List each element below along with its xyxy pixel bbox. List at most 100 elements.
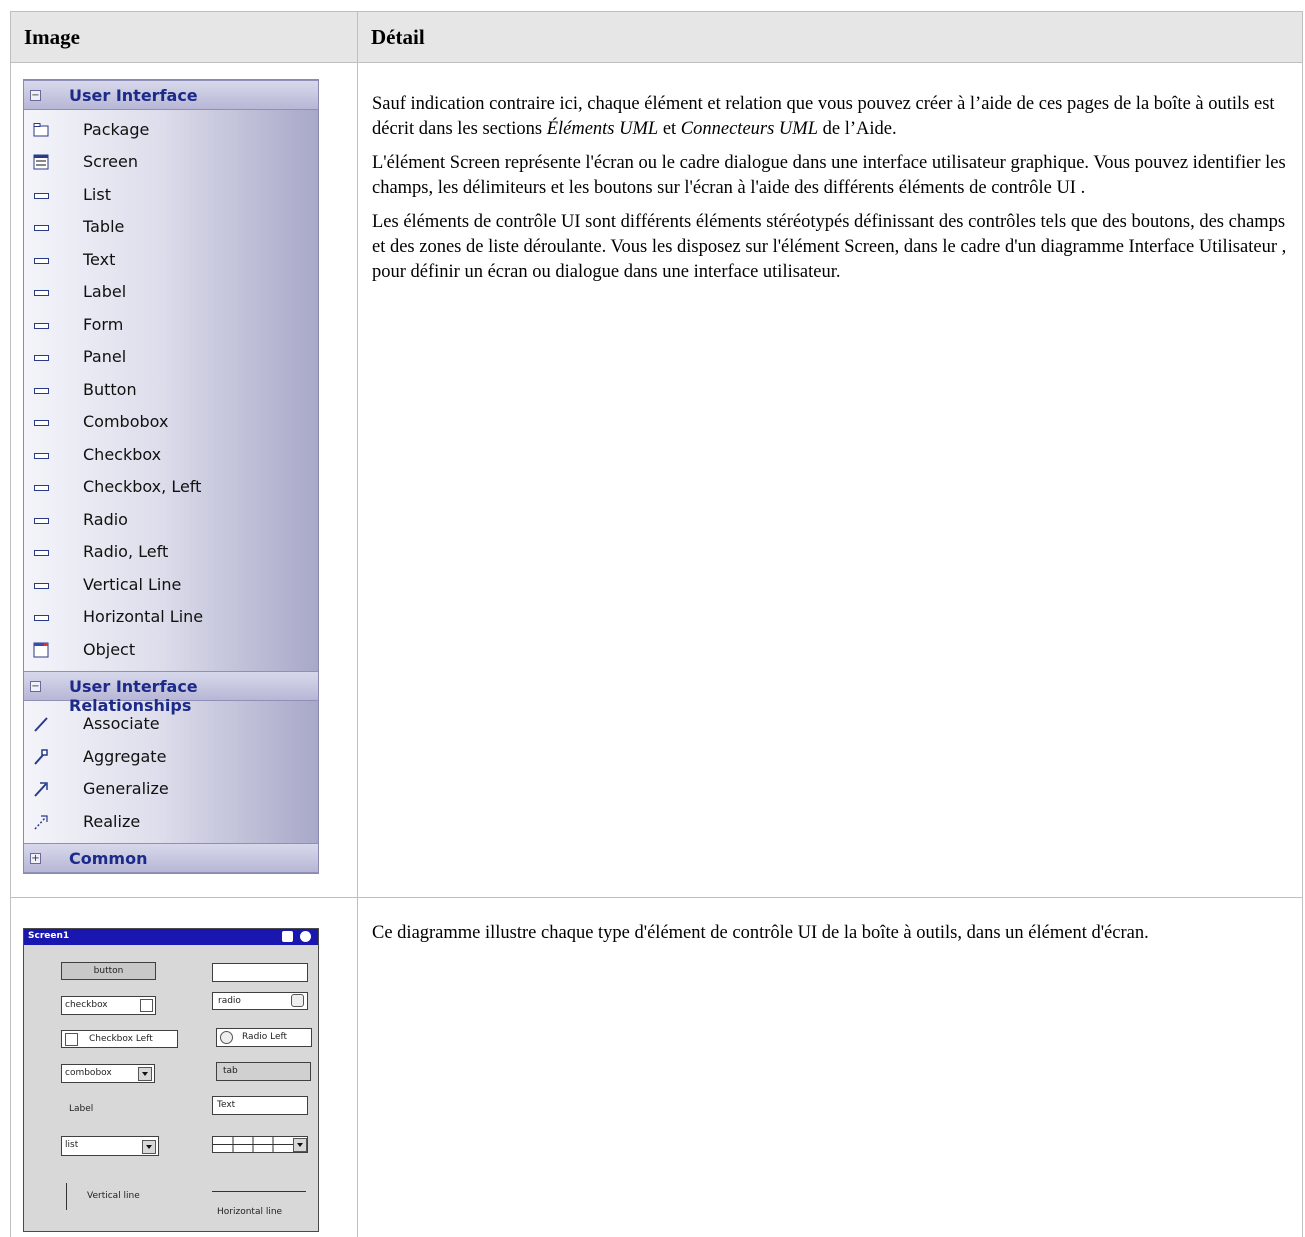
- tab-control: tab: [216, 1062, 311, 1081]
- toolbox-item-label: Generalize: [83, 779, 169, 798]
- control-icon: [33, 544, 49, 560]
- aggregate-icon: [34, 749, 48, 765]
- control-label: list: [65, 1140, 79, 1150]
- collapse-icon[interactable]: −: [30, 681, 41, 692]
- collapse-icon[interactable]: −: [30, 90, 41, 101]
- section-header-user-interface-relationships[interactable]: − User Interface Relationships: [24, 671, 318, 715]
- vertical-line-control: [66, 1183, 67, 1210]
- emphasis: Éléments UML: [546, 119, 659, 139]
- toolbox-panel: − User Interface Package Screen List Tab…: [23, 79, 319, 874]
- toolbox-item-checkbox[interactable]: Checkbox: [24, 439, 318, 471]
- toolbox-item-label: Screen: [83, 152, 139, 171]
- radio-button-icon: [220, 1031, 233, 1044]
- control-label: Horizontal line: [217, 1207, 283, 1217]
- toolbox-item-radio-left[interactable]: Radio, Left: [24, 536, 318, 568]
- checkbox-box-icon: [65, 1033, 78, 1046]
- toolbox-item-screen[interactable]: Screen: [24, 146, 318, 178]
- control-icon: [33, 349, 49, 365]
- toolbox-item-label[interactable]: Label: [24, 276, 318, 308]
- toolbox-item-combobox[interactable]: Combobox: [24, 406, 318, 438]
- toolbox-item-button[interactable]: Button: [24, 374, 318, 406]
- control-label: radio: [218, 996, 241, 1006]
- header-detail: Détail: [371, 25, 425, 49]
- toolbox-item-label: Vertical Line: [83, 575, 182, 594]
- toolbox-item-label: Label: [83, 282, 127, 301]
- associate-icon: [34, 717, 48, 732]
- screen-diagram: Screen1 button checkbox Checkbox Left co…: [23, 928, 319, 1232]
- control-label: Text: [217, 1100, 236, 1110]
- control-label: button: [93, 966, 124, 976]
- toolbox-item-label: Form: [83, 315, 124, 334]
- combobox-control: combobox: [61, 1064, 155, 1083]
- control-icon: [33, 512, 49, 528]
- checkbox-box-icon: [140, 999, 153, 1012]
- toolbox-item-generalize[interactable]: Generalize: [24, 773, 318, 805]
- toolbox-item-label: Button: [83, 380, 137, 399]
- checkbox-control: checkbox: [61, 996, 156, 1015]
- toolbox-item-object[interactable]: Object: [24, 634, 318, 666]
- control-icon: [33, 609, 49, 625]
- package-icon: [33, 123, 49, 137]
- table-control: [212, 1136, 308, 1153]
- section-header-user-interface[interactable]: − User Interface: [24, 80, 318, 110]
- section-title: Common: [69, 849, 148, 868]
- radio-left-control: Radio Left: [216, 1028, 312, 1047]
- control-icon: [33, 252, 49, 268]
- text: et: [658, 119, 681, 139]
- text-control: Text: [212, 1096, 308, 1115]
- dropdown-arrow-icon: [138, 1067, 152, 1081]
- toolbox-item-radio[interactable]: Radio: [24, 504, 318, 536]
- toolbox-item-associate[interactable]: Associate: [24, 708, 318, 740]
- blank-control: [212, 963, 308, 982]
- object-icon: [33, 642, 49, 658]
- toolbox-item-label: Horizontal Line: [83, 607, 204, 626]
- radio-control: radio: [212, 992, 308, 1010]
- toolbox-item-label: Panel: [83, 347, 127, 366]
- list-control: list: [61, 1136, 159, 1156]
- toolbox-item-label: Table: [83, 217, 125, 236]
- control-icon: [33, 284, 49, 300]
- expand-icon[interactable]: +: [30, 853, 41, 864]
- toolbox-item-checkbox-left[interactable]: Checkbox, Left: [24, 471, 318, 503]
- toolbox-item-realize[interactable]: Realize: [24, 806, 318, 838]
- toolbox-item-table[interactable]: Table: [24, 211, 318, 243]
- section-title: User Interface: [69, 86, 198, 105]
- generalize-icon: [34, 782, 48, 797]
- screen-icon: [33, 154, 49, 170]
- toolbox-item-label: Radio, Left: [83, 542, 169, 561]
- toolbox-item-vertical-line[interactable]: Vertical Line: [24, 569, 318, 601]
- toolbox-item-list[interactable]: List: [24, 179, 318, 211]
- section-header-common[interactable]: + Common: [24, 843, 318, 873]
- control-icon: [33, 479, 49, 495]
- dropdown-arrow-icon: [293, 1138, 307, 1152]
- table-grid-icon: [213, 1137, 293, 1152]
- toolbox-item-horizontal-line[interactable]: Horizontal Line: [24, 601, 318, 633]
- toolbox-item-label: Aggregate: [83, 747, 167, 766]
- toolbox-item-form[interactable]: Form: [24, 309, 318, 341]
- label-control: Label: [69, 1104, 94, 1114]
- paragraph: Les éléments de contrôle UI sont différe…: [372, 212, 1287, 282]
- table-header-row: Image Détail: [11, 11, 1302, 63]
- close-icon: [300, 931, 311, 942]
- toolbox-item-label: Associate: [83, 714, 160, 733]
- emphasis: Connecteurs UML: [680, 119, 818, 139]
- maximize-icon: [282, 931, 293, 942]
- column-divider: [357, 11, 358, 1237]
- row-divider: [11, 897, 1302, 898]
- toolbox-item-aggregate[interactable]: Aggregate: [24, 741, 318, 773]
- radio-button-icon: [291, 994, 304, 1007]
- toolbox-item-text[interactable]: Text: [24, 244, 318, 276]
- detail-text-row2: Ce diagramme illustre chaque type d'élém…: [372, 921, 1287, 946]
- toolbox-item-panel[interactable]: Panel: [24, 341, 318, 373]
- toolbox-item-label: Realize: [83, 812, 141, 831]
- screen-title: Screen1: [28, 931, 70, 941]
- toolbox-item-label: Checkbox: [83, 445, 162, 464]
- toolbox-item-label: Object: [83, 640, 136, 659]
- toolbox-item-label: Combobox: [83, 412, 169, 431]
- control-icon: [33, 187, 49, 203]
- toolbox-item-package[interactable]: Package: [24, 114, 318, 146]
- control-icon: [33, 219, 49, 235]
- text: de l’Aide.: [818, 119, 897, 139]
- toolbox-item-label: List: [83, 185, 111, 204]
- control-label: Radio Left: [242, 1032, 288, 1042]
